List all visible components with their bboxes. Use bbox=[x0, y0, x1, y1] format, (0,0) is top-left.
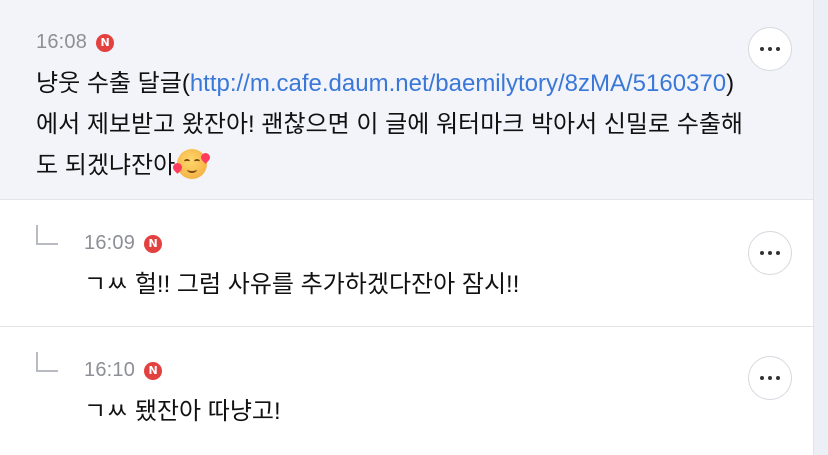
comment-text-before: 냥웃 수출 달글( bbox=[36, 70, 190, 97]
reply-text: ㄱㅆ 됐잔아 따냥고! bbox=[84, 398, 281, 425]
reply-meta: 16:10 N bbox=[84, 359, 163, 382]
more-options-button[interactable] bbox=[748, 27, 792, 71]
more-horizontal-icon bbox=[760, 251, 764, 255]
new-badge-icon: N bbox=[96, 33, 115, 52]
more-horizontal-icon bbox=[760, 47, 764, 51]
reply-text: ㄱㅆ 헐!! 그럼 사유를 추가하겠다잔아 잠시!! bbox=[84, 271, 520, 298]
reply-item: 16:09 N ㄱㅆ 헐!! 그럼 사유를 추가하겠다잔아 잠시!! bbox=[0, 201, 814, 327]
new-badge-icon: N bbox=[144, 361, 163, 380]
comment-text: 냥웃 수출 달글(http://m.cafe.daum.net/baemilyt… bbox=[36, 63, 756, 186]
reply-time: 16:09 bbox=[84, 232, 136, 254]
reply-meta: 16:09 N bbox=[84, 232, 163, 255]
new-badge-icon: N bbox=[144, 234, 163, 253]
scrollbar[interactable] bbox=[813, 0, 828, 455]
comment-item: 16:08 N 냥웃 수출 달글(http://m.cafe.daum.net/… bbox=[0, 0, 814, 200]
reply-item: 16:10 N ㄱㅆ 됐잔아 따냥고! bbox=[0, 328, 814, 455]
comment-time: 16:08 bbox=[36, 31, 88, 53]
reply-arrow-icon bbox=[36, 225, 58, 245]
reply-time: 16:10 bbox=[84, 359, 136, 381]
more-horizontal-icon bbox=[760, 376, 764, 380]
comment-meta: 16:08 N bbox=[36, 31, 115, 54]
comment-link[interactable]: http://m.cafe.daum.net/baemilytory/8zMA/… bbox=[190, 70, 726, 97]
more-options-button[interactable] bbox=[748, 231, 792, 275]
more-options-button[interactable] bbox=[748, 356, 792, 400]
smiling-face-with-hearts-icon bbox=[177, 149, 208, 179]
reply-arrow-icon bbox=[36, 352, 58, 372]
